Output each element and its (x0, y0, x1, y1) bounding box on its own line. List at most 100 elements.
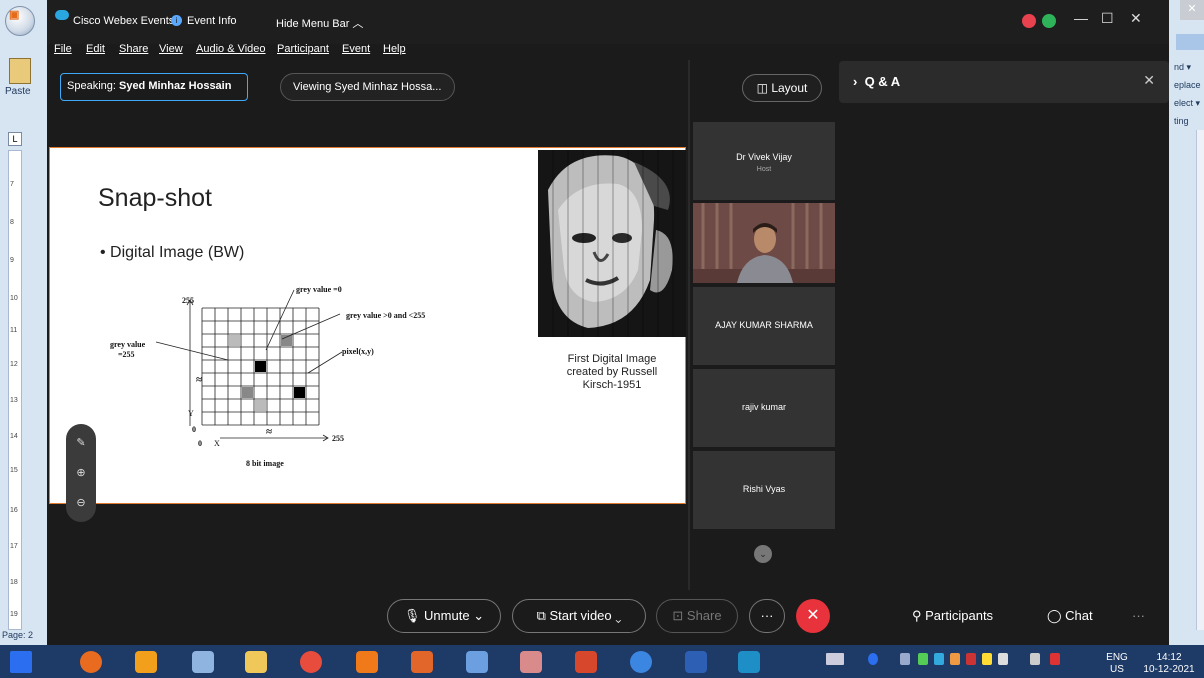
start-video-button[interactable]: ⧉ Start video ⌄ (512, 599, 646, 633)
hide-menu-bar-button[interactable]: Hide Menu Bar ︿ (276, 15, 363, 31)
app-title: Cisco Webex Events (73, 15, 175, 27)
diagram-x-max: 255 (332, 434, 344, 443)
webex-logo-icon (55, 10, 69, 20)
paste-label[interactable]: Paste (5, 86, 31, 97)
paste-icon[interactable] (9, 58, 31, 84)
share-label: Share (686, 608, 722, 623)
layout-button[interactable]: ◫ Layout (742, 74, 822, 102)
tray-app-icon[interactable] (982, 653, 992, 665)
word-ribbon-select[interactable]: elect ▾ (1174, 98, 1200, 109)
grid-pixel (255, 361, 266, 372)
participant-name: AJAY KUMAR SHARMA (715, 320, 813, 330)
tray-app-icon[interactable] (918, 653, 928, 665)
pen-app-icon[interactable] (192, 651, 214, 673)
overflow-button[interactable]: ··· (1132, 608, 1145, 623)
start-video-label: Start video (549, 608, 612, 623)
layout-label: Layout (771, 81, 808, 95)
share-button[interactable]: ⊡ Share (656, 599, 738, 633)
recording-icon[interactable] (1022, 14, 1036, 28)
participant-tile[interactable]: Dr Vivek Vijay Host (693, 122, 835, 200)
mic-muted-icon: 🎙︎ (403, 608, 425, 623)
matlab-icon[interactable] (411, 651, 433, 673)
volume-icon[interactable] (998, 653, 1008, 665)
language-indicator[interactable]: ENG US (1104, 652, 1130, 676)
more-options-button[interactable]: ··· (749, 599, 785, 633)
menu-share[interactable]: Share (119, 43, 148, 55)
network-health-icon[interactable] (1042, 14, 1056, 28)
panel-divider[interactable] (688, 60, 690, 590)
participant-tile[interactable]: AJAY KUMAR SHARMA (693, 287, 835, 365)
notification-icon[interactable] (1050, 653, 1060, 665)
file-explorer-icon[interactable] (245, 651, 267, 673)
menu-participant[interactable]: Participant (277, 43, 329, 55)
help-icon[interactable] (868, 653, 878, 665)
viewing-share-indicator[interactable]: Viewing Syed Minhaz Hossa... (280, 73, 455, 101)
participants-label: Participants (925, 608, 994, 623)
pen-icon[interactable]: ✎ (66, 436, 96, 449)
chrome-profile-icon[interactable] (630, 651, 652, 673)
chevron-down-icon: ⌄ (473, 608, 485, 623)
unmute-button[interactable]: 🎙︎ Unmute ⌄ (387, 599, 501, 633)
pdf-app-icon[interactable] (356, 651, 378, 673)
word-ribbon-find[interactable]: nd ▾ (1174, 62, 1191, 73)
menu-event[interactable]: Event (342, 43, 370, 55)
powerpoint-icon[interactable] (575, 651, 597, 673)
participant-name: rajiv kumar (741, 402, 786, 412)
diagram-grey0-label: grey value =0 (296, 285, 342, 294)
participant-tile[interactable]: Rishi Vyas (693, 451, 835, 529)
ruler-tab-selector[interactable]: L (8, 132, 22, 146)
webex-taskbar-icon[interactable] (738, 651, 760, 673)
participant-tile[interactable]: rajiv kumar (693, 369, 835, 447)
diagram-grey255-label-a: grey value (110, 340, 146, 349)
annotation-toolbar: ✎ ⊕ ⊖ (66, 424, 96, 522)
menu-help[interactable]: Help (383, 43, 406, 55)
windows-start-icon[interactable] (10, 651, 32, 673)
ruler-mark: 19 (10, 611, 18, 618)
ruler-mark: 15 (10, 467, 18, 474)
grid-pixel (294, 387, 305, 398)
firefox-icon[interactable] (80, 651, 102, 673)
network-icon[interactable] (1030, 653, 1040, 665)
chat-button[interactable]: ◯ Chat (1047, 608, 1093, 624)
close-window-icon[interactable]: ✕ (1130, 10, 1142, 27)
qa-title[interactable]: › Q & A (853, 74, 900, 89)
scroll-down-chevron-icon[interactable]: ⌄ (754, 545, 772, 563)
word-scrollbar[interactable] (1196, 130, 1204, 630)
python-icon[interactable] (466, 651, 488, 673)
word-ribbon-editing: ting (1174, 116, 1189, 126)
word-ribbon-replace[interactable]: eplace (1174, 80, 1201, 90)
word-close-icon[interactable]: ✕ (1180, 0, 1204, 20)
zoom-out-icon[interactable]: ⊖ (66, 496, 96, 509)
maximize-icon[interactable]: ☐ (1101, 10, 1114, 27)
word-icon[interactable] (685, 651, 707, 673)
clock-time: 14:12 (1156, 652, 1182, 663)
qa-close-icon[interactable]: ✕ (1143, 72, 1155, 89)
participants-icon: ⚲ (912, 608, 926, 623)
clock[interactable]: 14:12 10-12-2021 (1140, 652, 1198, 676)
participant-video-tile[interactable] (693, 203, 835, 283)
wps-icon[interactable] (135, 651, 157, 673)
participants-button[interactable]: ⚲ Participants (912, 608, 993, 624)
layout-icon: ◫ (756, 81, 772, 95)
language-code: ENG (1106, 652, 1128, 663)
tray-app-icon[interactable] (966, 653, 976, 665)
tray-app-icon[interactable] (950, 653, 960, 665)
battery-icon[interactable] (900, 653, 910, 665)
zoom-in-icon[interactable]: ⊕ (66, 466, 96, 479)
tray-app-icon[interactable] (934, 653, 944, 665)
event-info-button[interactable]: Event Info (187, 15, 237, 27)
chrome-icon[interactable] (300, 651, 322, 673)
menu-view[interactable]: View (159, 43, 183, 55)
minimize-icon[interactable]: — (1074, 10, 1088, 26)
active-speaker-indicator: Speaking: Syed Minhaz Hossain (60, 73, 248, 101)
menu-edit[interactable]: Edit (86, 43, 105, 55)
ruler-mark: 13 (10, 397, 18, 404)
menu-file[interactable]: File (54, 43, 72, 55)
menu-audio-video[interactable]: Audio & Video (196, 43, 266, 55)
paint-icon[interactable] (520, 651, 542, 673)
screen: ▣ Paste L 7 8 9 10 11 12 13 14 15 16 17 … (0, 0, 1204, 678)
keyboard-icon[interactable] (826, 653, 844, 665)
participant-name: Rishi Vyas (742, 484, 786, 494)
slide-bullet: • Digital Image (BW) (100, 244, 245, 261)
leave-meeting-icon[interactable]: ✕ (796, 599, 830, 633)
